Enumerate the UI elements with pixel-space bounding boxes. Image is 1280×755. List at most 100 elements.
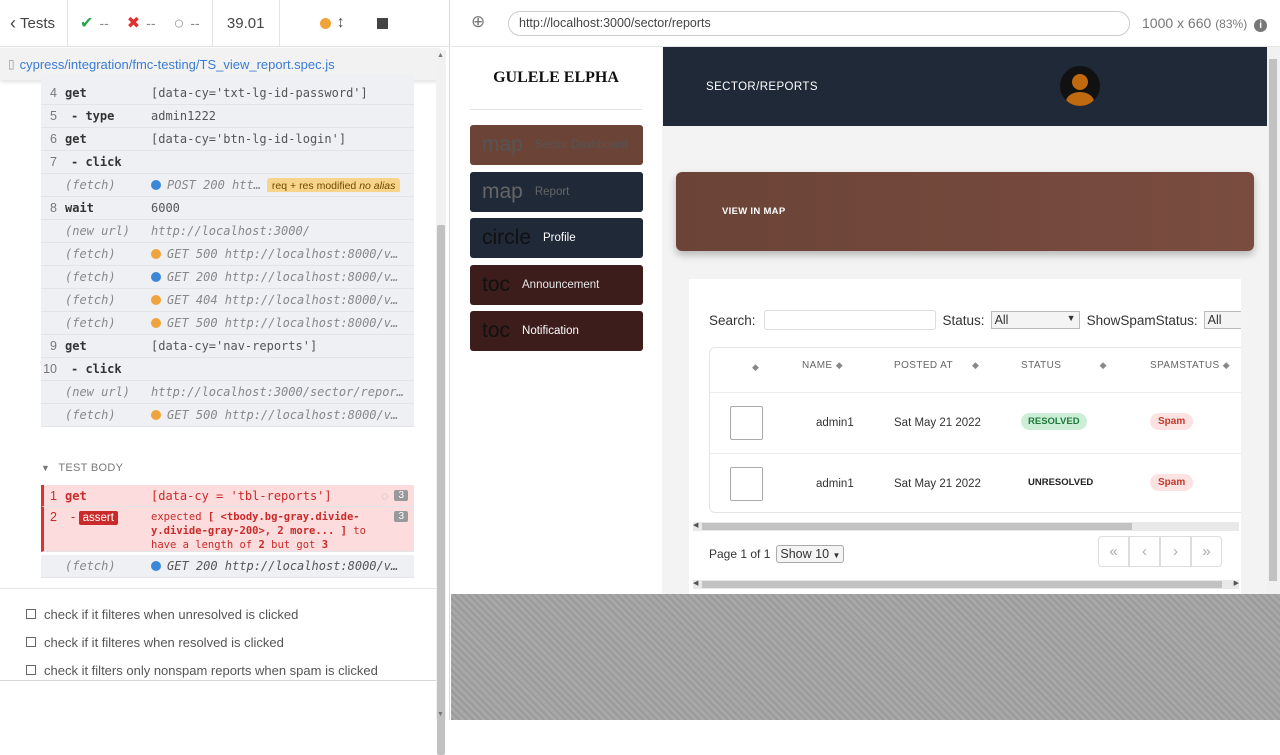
table-horizontal-scrollbar[interactable]: ◀ [693, 522, 1239, 531]
command-row[interactable]: 9 get [data-cy='nav-reports'] [41, 335, 414, 358]
route-badge: req + res modified no alias [266, 178, 401, 192]
scrollbar-thumb[interactable] [702, 523, 1132, 530]
duration: 39.01 [213, 0, 280, 47]
command-row[interactable]: (fetch) POST 200 htt… req + res modified n… [41, 174, 414, 197]
command-number: 8 [50, 201, 57, 215]
command-assert[interactable]: 2 - assert expected [ <tbody.bg-gray.div… [41, 507, 414, 552]
command-row[interactable]: 10 - click [41, 358, 414, 381]
command-number: 4 [50, 86, 57, 100]
column-status[interactable]: STATUS ◆ [1021, 360, 1107, 371]
sidebar-item-label: Sector Dashboard [534, 139, 628, 151]
assert-pill-wrap: - assert [65, 510, 151, 525]
spec-path[interactable]: cypress/integration/fmc-testing/TS_view_… [20, 57, 335, 72]
info-icon[interactable]: i [1254, 19, 1268, 32]
sort-icon: ◆ [972, 360, 980, 370]
spam-status-select[interactable]: All [1203, 311, 1241, 329]
status-value: All [994, 313, 1009, 327]
avatar[interactable] [1060, 66, 1100, 106]
table-row[interactable]: admin1 Sat May 21 2022 RESOLVED Spam [710, 392, 1241, 453]
column-label: POSTED AT [894, 360, 953, 371]
command-arg-text: http://localhost:3000/ [151, 224, 310, 238]
command-arg: GET 200 http://localhost:8000/v… [151, 559, 398, 573]
pending-count: -- [190, 15, 200, 31]
prev-page-button[interactable]: ‹ [1129, 536, 1160, 567]
chevron-left-icon: ‹ [10, 12, 16, 33]
panel-horizontal-scrollbar[interactable]: ◀ ▶ [693, 580, 1239, 589]
scroll-left-icon[interactable]: ◀ [693, 579, 698, 587]
column-posted-at[interactable]: POSTED AT ◆ [894, 360, 979, 371]
suite-test-item[interactable]: check if it filteres when resolved is cl… [26, 628, 378, 656]
view-in-map-button[interactable]: VIEW IN MAP [676, 172, 1254, 251]
scroll-down-icon[interactable]: ▼ [437, 711, 444, 718]
command-arg: [data-cy='txt-lg-id-password'] [151, 86, 368, 100]
sidebar-item-report[interactable]: map Report [470, 171, 643, 212]
reporter-scrollbar[interactable]: ▲ ▼ [436, 50, 446, 755]
command-name: wait [65, 201, 94, 215]
sidebar: GULELE ELPHA map Sector Dashboard map Repor… [451, 47, 662, 594]
command-row[interactable]: (fetch) GET 404 http://localhost:8000/v… [41, 289, 414, 312]
assert-subject-cont: y.divide-gray-200>, 2 more... ] [151, 525, 347, 537]
app-vertical-scrollbar[interactable] [1267, 47, 1280, 594]
autoscroll-toggle[interactable]: ↕ [280, 0, 357, 47]
status-dot-icon [151, 561, 161, 571]
first-page-button[interactable]: « [1098, 536, 1129, 567]
badge-alias: no alias [359, 180, 396, 192]
command-row[interactable]: 7 - click [41, 151, 414, 174]
command-row[interactable]: (fetch) GET 500 http://localhost:8000/v… [41, 312, 414, 335]
command-row[interactable]: (fetch) GET 200 http://localhost:8000/v… [41, 266, 414, 289]
scrollbar-thumb[interactable] [702, 581, 1222, 588]
scroll-right-icon[interactable]: ▶ [1234, 579, 1239, 587]
command-name: (fetch) [65, 293, 116, 307]
check-icon: ✔ [80, 15, 94, 32]
scrollbar-thumb[interactable] [437, 225, 445, 755]
status-dot-icon [151, 318, 161, 328]
sidebar-item-sector-dashboard[interactable]: map Sector Dashboard [470, 125, 643, 165]
command-row[interactable]: (fetch) GET 500 http://localhost:8000/v… [41, 243, 414, 266]
tests-back-button[interactable]: ‹ Tests [0, 0, 69, 47]
suite-test-item[interactable]: check if it filteres when unresolved is … [26, 600, 378, 628]
test-body-header[interactable]: ▼ TEST BODY [41, 462, 123, 474]
sidebar-item-announcement[interactable]: toc Announcement [470, 264, 643, 305]
command-row[interactable]: (new url) http://localhost:3000/ [41, 220, 414, 243]
command-row[interactable]: 5 - type admin1222 [41, 105, 414, 128]
report-image[interactable] [730, 467, 763, 501]
status-dot-icon [151, 249, 161, 259]
scroll-left-icon[interactable]: ◀ [693, 521, 698, 529]
command-row[interactable]: 4 get [data-cy='txt-lg-id-password'] [41, 82, 414, 105]
search-input[interactable] [763, 310, 936, 330]
eye-slash-icon: ◌ [381, 488, 389, 503]
command-fetch[interactable]: (fetch) GET 200 http://localhost:8000/v… [41, 555, 414, 578]
stop-button[interactable] [357, 0, 400, 47]
report-image[interactable] [730, 406, 763, 440]
command-row[interactable]: 8 wait 6000 [41, 197, 414, 220]
scroll-up-icon[interactable]: ▲ [437, 52, 444, 59]
viewport-background [451, 594, 1280, 720]
column-name[interactable]: NAME ◆ [802, 360, 843, 371]
next-page-button[interactable]: › [1160, 536, 1191, 567]
command-log: 4 get [data-cy='txt-lg-id-password'] 5 - typ… [41, 82, 414, 427]
user-avatar-icon [1066, 74, 1094, 106]
sidebar-item-profile[interactable]: circle Profile [470, 218, 643, 258]
command-row[interactable]: (new url) http://localhost:3000/sector/re… [41, 381, 414, 404]
status-select[interactable]: All ▼ [990, 311, 1080, 329]
column-spamstatus[interactable]: SPAMSTATUS ◆ [1150, 360, 1230, 371]
command-get-tbl-reports[interactable]: 1 get [data-cy = 'tbl-reports'] ◌ 3 [41, 485, 414, 507]
pagination-buttons: « ‹ › » [1098, 536, 1222, 567]
file-icon: ▯ [8, 57, 15, 71]
crosshair-icon[interactable]: ⊕ [471, 12, 485, 32]
map-icon: map [482, 179, 523, 203]
url-input[interactable]: http://localhost:3000/sector/reports [508, 11, 1130, 36]
pending-circle-icon: ○ [173, 12, 185, 33]
last-page-button[interactable]: » [1191, 536, 1222, 567]
page-size-select[interactable]: Show 10 ▼ [776, 545, 845, 563]
sort-icon[interactable]: ◆ [752, 362, 759, 373]
scrollbar-thumb[interactable] [1269, 59, 1277, 581]
command-row[interactable]: (fetch) GET 500 http://localhost:8000/v… [41, 404, 414, 427]
page-size-value: Show 10 [780, 547, 830, 561]
command-arg: 6000 [151, 201, 180, 215]
sidebar-item-notification[interactable]: toc Notification [470, 311, 643, 351]
command-name: - type [71, 109, 115, 123]
command-row[interactable]: 6 get [data-cy='btn-lg-id-login'] [41, 128, 414, 151]
spam-status-value: All [1207, 313, 1222, 327]
table-row[interactable]: admin1 Sat May 21 2022 UNRESOLVED Spam [710, 453, 1241, 514]
